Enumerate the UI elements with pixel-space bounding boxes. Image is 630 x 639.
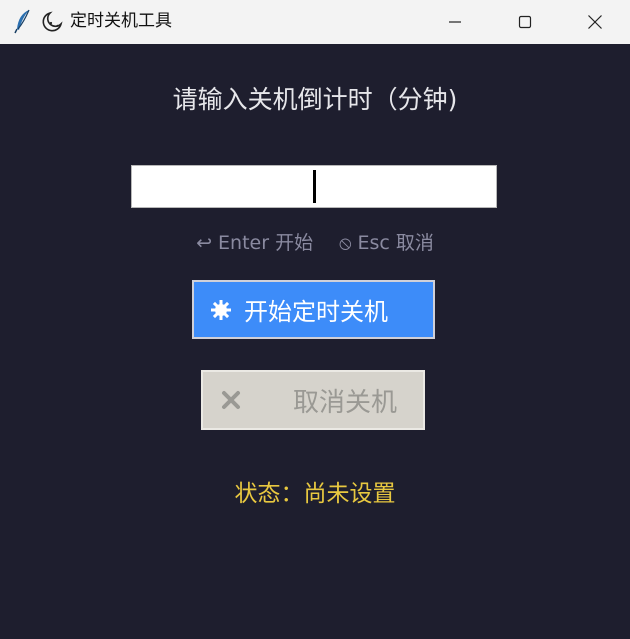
text-caret [313,170,316,203]
maximize-icon [518,15,532,29]
hint-enter: ↩ Enter 开始 [196,232,314,254]
window-title: 定时关机工具 [70,11,172,31]
cancel-shutdown-button[interactable]: 取消关机 [201,370,425,430]
keyboard-hint: ↩ Enter 开始 ⦸ Esc 取消 [0,231,630,255]
close-button[interactable] [560,0,630,44]
maximize-button[interactable] [490,0,560,44]
gear-icon [210,299,232,321]
hint-esc: ⦸ Esc 取消 [339,232,434,254]
start-shutdown-button[interactable]: 开始定时关机 [192,280,435,339]
x-mark-icon [219,388,243,412]
prompt-label: 请输入关机倒计时（分钟) [172,85,458,114]
status-label: 状态：尚未设置 [234,481,396,507]
cancel-button-label: 取消关机 [293,387,398,418]
close-icon [588,15,602,29]
feather-icon [12,8,34,34]
minutes-input[interactable] [131,165,497,208]
app-window: 定时关机工具 请输入关机倒计时（分钟) ↩ Enter 开始 ⦸ Esc 取消 [0,0,630,639]
start-button-label: 开始定时关机 [244,298,388,326]
moon-icon [42,10,64,32]
minimize-button[interactable] [420,0,490,44]
title-bar[interactable]: 定时关机工具 [0,0,630,44]
minimize-icon [449,21,461,23]
